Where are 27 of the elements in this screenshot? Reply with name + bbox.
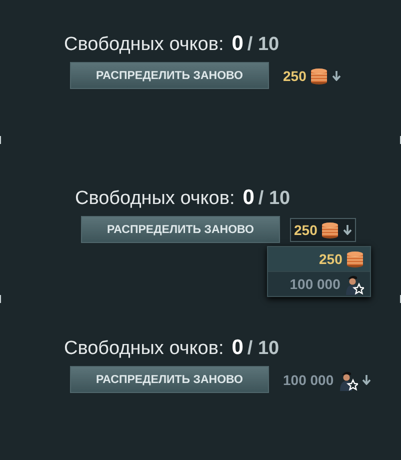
down-arrow-icon — [343, 224, 352, 234]
down-arrow-icon — [332, 70, 342, 80]
currency-select[interactable]: 250 — [279, 64, 346, 88]
currency-select[interactable]: 100 000 — [279, 368, 375, 392]
price-amount: 250 — [283, 68, 306, 84]
points-value: 0 — [232, 336, 244, 360]
redistribute-button[interactable]: РАСПРЕДЕЛИТЬ ЗАНОВО — [81, 216, 280, 243]
redistribute-button[interactable]: РАСПРЕДЕЛИТЬ ЗАНОВО — [70, 62, 269, 89]
free-points-label: Свободных очков: — [64, 338, 224, 360]
price-amount: 250 — [294, 222, 318, 238]
redistribute-button[interactable]: РАСПРЕДЕЛИТЬ ЗАНОВО — [70, 366, 269, 393]
coin-stack-icon — [321, 220, 340, 238]
points-value: 0 — [232, 32, 244, 56]
free-points-label: Свободных очков: — [64, 34, 224, 56]
coin-stack-icon — [346, 250, 364, 268]
coin-stack-icon — [310, 66, 328, 84]
option-amount: 250 — [319, 250, 342, 266]
down-arrow-icon — [362, 374, 371, 384]
points-total: / 10 — [258, 188, 290, 210]
points-total: / 10 — [247, 34, 280, 56]
currency-option[interactable]: 250 — [268, 246, 370, 270]
price-amount: 100 000 — [283, 372, 334, 388]
free-points-label: Свободных очков: — [75, 188, 235, 210]
currency-option[interactable]: 100 000 — [268, 270, 370, 296]
points-total: / 10 — [247, 338, 280, 360]
option-amount: 100 000 — [290, 276, 340, 292]
points-value: 0 — [242, 186, 254, 210]
